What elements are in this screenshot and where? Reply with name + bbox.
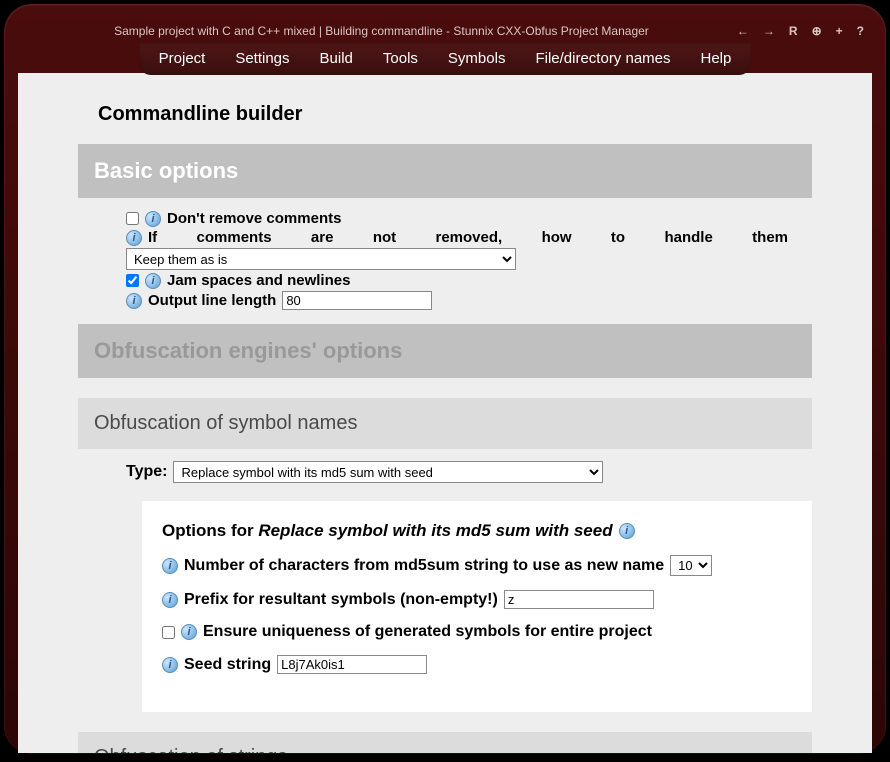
menu-build[interactable]: Build	[320, 50, 353, 67]
menu-symbols[interactable]: Symbols	[448, 50, 506, 67]
dont-remove-comments-checkbox[interactable]	[126, 212, 139, 225]
dont-remove-comments-label: Don't remove comments	[167, 210, 341, 227]
seed-label: Seed string	[184, 656, 271, 674]
jam-spaces-label: Jam spaces and newlines	[167, 272, 350, 289]
menu-help[interactable]: Help	[701, 50, 732, 67]
prefix-label: Prefix for resultant symbols (non-empty!…	[184, 591, 498, 609]
num-chars-select[interactable]: 10	[670, 555, 712, 576]
info-icon[interactable]	[162, 558, 178, 574]
symbol-options-card: Options for Replace symbol with its md5 …	[142, 501, 812, 712]
subsection-strings: Obfuscation of strings	[78, 732, 812, 753]
line-length-label: Output line length	[148, 292, 276, 309]
info-icon[interactable]	[162, 657, 178, 673]
reload-icon[interactable]: R	[789, 24, 798, 38]
nav-back-icon[interactable]: ←	[737, 24, 749, 38]
add-circle-icon[interactable]: ⊕	[812, 24, 822, 38]
menu-settings[interactable]: Settings	[235, 50, 289, 67]
section-engines-options: Obfuscation engines' options	[78, 324, 812, 378]
window-frame: Sample project with C and C++ mixed | Bu…	[4, 4, 886, 754]
menubar: Project Settings Build Tools Symbols Fil…	[139, 42, 752, 75]
menu-filedir[interactable]: File/directory names	[535, 50, 670, 67]
subsection-symbol-names: Obfuscation of symbol names	[78, 398, 812, 449]
ensure-uniqueness-label: Ensure uniqueness of generated symbols f…	[203, 623, 652, 641]
prefix-input[interactable]	[504, 590, 654, 609]
info-icon[interactable]	[126, 293, 142, 309]
num-chars-label: Number of characters from md5sum string …	[184, 557, 664, 575]
page-title: Commandline builder	[98, 103, 812, 126]
jam-spaces-checkbox[interactable]	[126, 274, 139, 287]
ensure-uniqueness-checkbox[interactable]	[162, 626, 175, 639]
titlebar: Sample project with C and C++ mixed | Bu…	[18, 18, 872, 42]
seed-input[interactable]	[277, 655, 427, 674]
menu-project[interactable]: Project	[159, 50, 206, 67]
line-length-input[interactable]	[282, 291, 432, 310]
type-label: Type:	[126, 463, 167, 481]
comments-handling-label: Ifcommentsarenotremoved,howtohandlethem	[148, 229, 788, 246]
menu-tools[interactable]: Tools	[383, 50, 418, 67]
basic-options-block: Don't remove comments Ifcommentsarenotre…	[78, 210, 812, 324]
nav-forward-icon[interactable]: →	[763, 24, 775, 38]
info-icon[interactable]	[181, 624, 197, 640]
comments-handling-select[interactable]: Keep them as is	[126, 248, 516, 270]
section-basic-options: Basic options	[78, 144, 812, 198]
card-title: Options for Replace symbol with its md5 …	[162, 521, 613, 541]
info-icon[interactable]	[162, 592, 178, 608]
plus-icon[interactable]: +	[836, 24, 843, 38]
help-icon[interactable]: ?	[857, 24, 864, 38]
content-area: Commandline builder Basic options Don't …	[18, 73, 872, 753]
info-icon[interactable]	[619, 523, 635, 539]
symbol-type-row: Type: Replace symbol with its md5 sum wi…	[78, 461, 812, 483]
symbol-type-select[interactable]: Replace symbol with its md5 sum with see…	[173, 461, 603, 483]
info-icon[interactable]	[126, 230, 142, 246]
info-icon[interactable]	[145, 211, 161, 227]
titlebar-controls: ← → R ⊕ + ?	[737, 24, 864, 38]
info-icon[interactable]	[145, 273, 161, 289]
window-title: Sample project with C and C++ mixed | Bu…	[26, 24, 737, 38]
